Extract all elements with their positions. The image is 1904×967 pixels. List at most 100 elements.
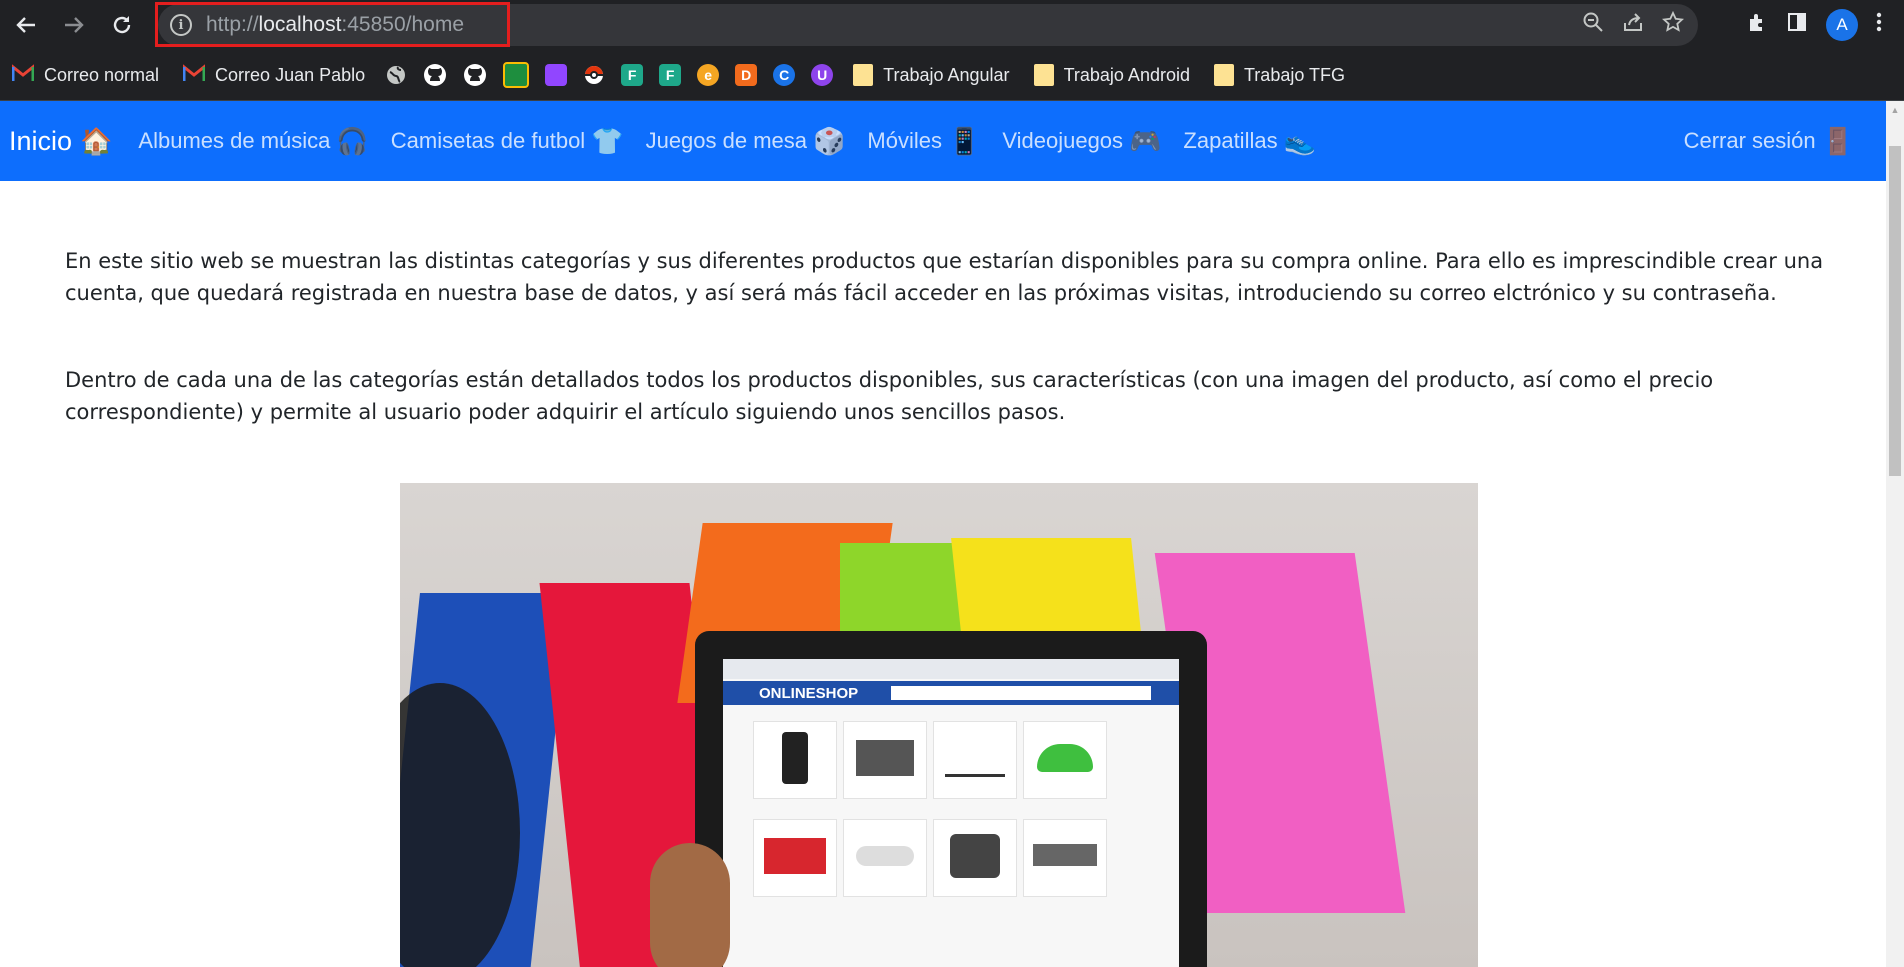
forward-button[interactable] (50, 1, 98, 49)
nav-link-moviles[interactable]: Móviles 📱 (867, 128, 980, 154)
scroll-thumb[interactable] (1889, 146, 1901, 476)
url-path: :45850/home (341, 13, 465, 36)
reload-icon (113, 16, 131, 34)
f-app-icon: F (621, 64, 644, 86)
url-scheme: http:// (206, 13, 259, 36)
bookmark-label: Correo normal (44, 64, 160, 85)
shop-title: ONLINESHOP (759, 685, 859, 702)
bookmark-f-app-1[interactable]: F (613, 57, 651, 93)
folder-icon (1033, 64, 1054, 86)
brand-label: Inicio (9, 125, 73, 156)
laptop-screen: ONLINESHOP (723, 659, 1179, 967)
bookmark-label: Trabajo Android (1063, 64, 1190, 85)
gmail-icon (182, 63, 206, 87)
bookmark-folder-tfg[interactable]: Trabajo TFG (1202, 57, 1357, 93)
tshirt-icon: 👕 (591, 126, 624, 156)
scroll-up-arrow-icon[interactable]: ▲ (1886, 101, 1904, 119)
bookmark-f-app-2[interactable]: F (651, 57, 689, 93)
main-content: En este sitio web se muestran las distin… (65, 181, 1825, 428)
product-helmet-tile (1023, 721, 1107, 799)
gamepad-icon: 🎮 (1129, 126, 1162, 156)
nav-link-albumes[interactable]: Albumes de música 🎧 (138, 128, 368, 154)
zoom-icon[interactable] (1582, 11, 1604, 39)
back-button[interactable] (2, 1, 50, 49)
house-icon: 🏠 (80, 126, 113, 156)
laptop: ONLINESHOP (695, 631, 1207, 967)
folder-icon (1213, 64, 1234, 86)
bookmarks-bar: Correo normal Correo Juan Pablo F F e D … (0, 50, 1904, 101)
bookmark-folder-angular[interactable]: Trabajo Angular (841, 57, 1021, 93)
bookmark-d-app[interactable]: D (727, 57, 765, 93)
github-icon (424, 64, 447, 86)
bookmark-label: Trabajo TFG (1243, 64, 1346, 85)
hand (650, 843, 730, 967)
site-navbar: Inicio 🏠 Albumes de música 🎧 Camisetas d… (0, 101, 1886, 181)
nav-link-videojuegos[interactable]: Videojuegos 🎮 (1002, 128, 1161, 154)
nav-link-label: Camisetas de futbol (390, 128, 586, 153)
product-giftcard-tile (753, 819, 837, 897)
share-icon[interactable] (1622, 11, 1644, 39)
intro-paragraph: En este sitio web se muestran las distin… (65, 249, 1824, 305)
bookmark-twitch[interactable] (537, 57, 575, 93)
product-skates-tile (933, 819, 1017, 897)
bookmark-c-app[interactable]: C (765, 57, 803, 93)
board-game-icon: 🎲 (813, 126, 846, 156)
arrow-left-icon (16, 17, 35, 33)
bookmark-purple-app[interactable]: U (803, 57, 841, 93)
hexagon-app-icon: e (697, 64, 720, 86)
bookmark-pokeball[interactable] (575, 57, 613, 93)
omnibox-actions (1582, 4, 1685, 46)
nav-link-camisetas[interactable]: Camisetas de futbol 👕 (391, 128, 624, 154)
logout-link[interactable]: Cerrar sesión 🚪 (1684, 128, 1854, 154)
browser-toolbar: i http://localhost:45850/home A (0, 0, 1904, 50)
bookmark-orange-app[interactable]: e (689, 57, 727, 93)
reload-button[interactable] (98, 1, 146, 49)
product-bike-tile (933, 721, 1017, 799)
product-laptop-tile (843, 721, 927, 799)
bookmark-label: Correo Juan Pablo (215, 64, 366, 85)
mobile-phone-icon: 📱 (947, 126, 981, 156)
bookmark-classroom[interactable] (495, 57, 537, 93)
profile-avatar[interactable]: A (1826, 9, 1858, 41)
address-bar[interactable]: i http://localhost:45850/home (158, 4, 1698, 46)
url-host: localhost (258, 13, 342, 36)
bookmark-github-1[interactable] (415, 57, 455, 93)
bookmark-correo-juan-pablo[interactable]: Correo Juan Pablo (171, 57, 377, 93)
sneaker-icon: 👟 (1283, 126, 1316, 156)
bookmark-label: Trabajo Angular (883, 64, 1010, 85)
twitch-icon (545, 64, 568, 86)
f-app-icon: F (659, 64, 682, 86)
globe-icon (387, 66, 406, 84)
product-device-tile (1023, 819, 1107, 897)
github-icon (464, 64, 487, 86)
bookmark-github-2[interactable] (455, 57, 495, 93)
logout-label: Cerrar sesión (1683, 128, 1816, 153)
nav-link-zapatillas[interactable]: Zapatillas 👟 (1183, 128, 1316, 154)
site-info-icon[interactable]: i (170, 14, 192, 36)
url-text[interactable]: http://localhost:45850/home (206, 13, 464, 37)
bookmark-star-icon[interactable] (1661, 10, 1685, 39)
pokeball-icon (585, 66, 604, 84)
nav-link-label: Zapatillas (1183, 128, 1278, 153)
classroom-icon (503, 62, 530, 88)
hero-image: ONLINESHOP (400, 483, 1478, 967)
side-panel-icon[interactable] (1786, 11, 1808, 39)
page-scrollbar[interactable]: ▲ (1886, 101, 1904, 967)
nav-link-label: Juegos de mesa (645, 128, 808, 153)
product-shoe-tile (843, 819, 927, 897)
bookmark-folder-android[interactable]: Trabajo Android (1022, 57, 1202, 93)
bookmark-correo-normal[interactable]: Correo normal (0, 57, 171, 93)
nav-link-juegos-de-mesa[interactable]: Juegos de mesa 🎲 (646, 128, 846, 154)
arrow-right-icon (65, 17, 84, 33)
toolbar-right: A (1746, 0, 1904, 50)
door-exit-icon: 🚪 (1821, 126, 1854, 156)
categories-paragraph: Dentro de cada una de las categorías est… (65, 368, 1714, 424)
nav-link-label: Móviles (867, 128, 942, 153)
menu-kebab-icon[interactable] (1876, 11, 1882, 39)
bookmark-globe[interactable] (377, 57, 415, 93)
c-circle-icon: C (773, 64, 796, 86)
gmail-icon (11, 63, 35, 87)
brand-home-link[interactable]: Inicio 🏠 (9, 126, 112, 157)
nav-link-label: Albumes de música (138, 128, 331, 153)
extensions-icon[interactable] (1746, 11, 1768, 39)
